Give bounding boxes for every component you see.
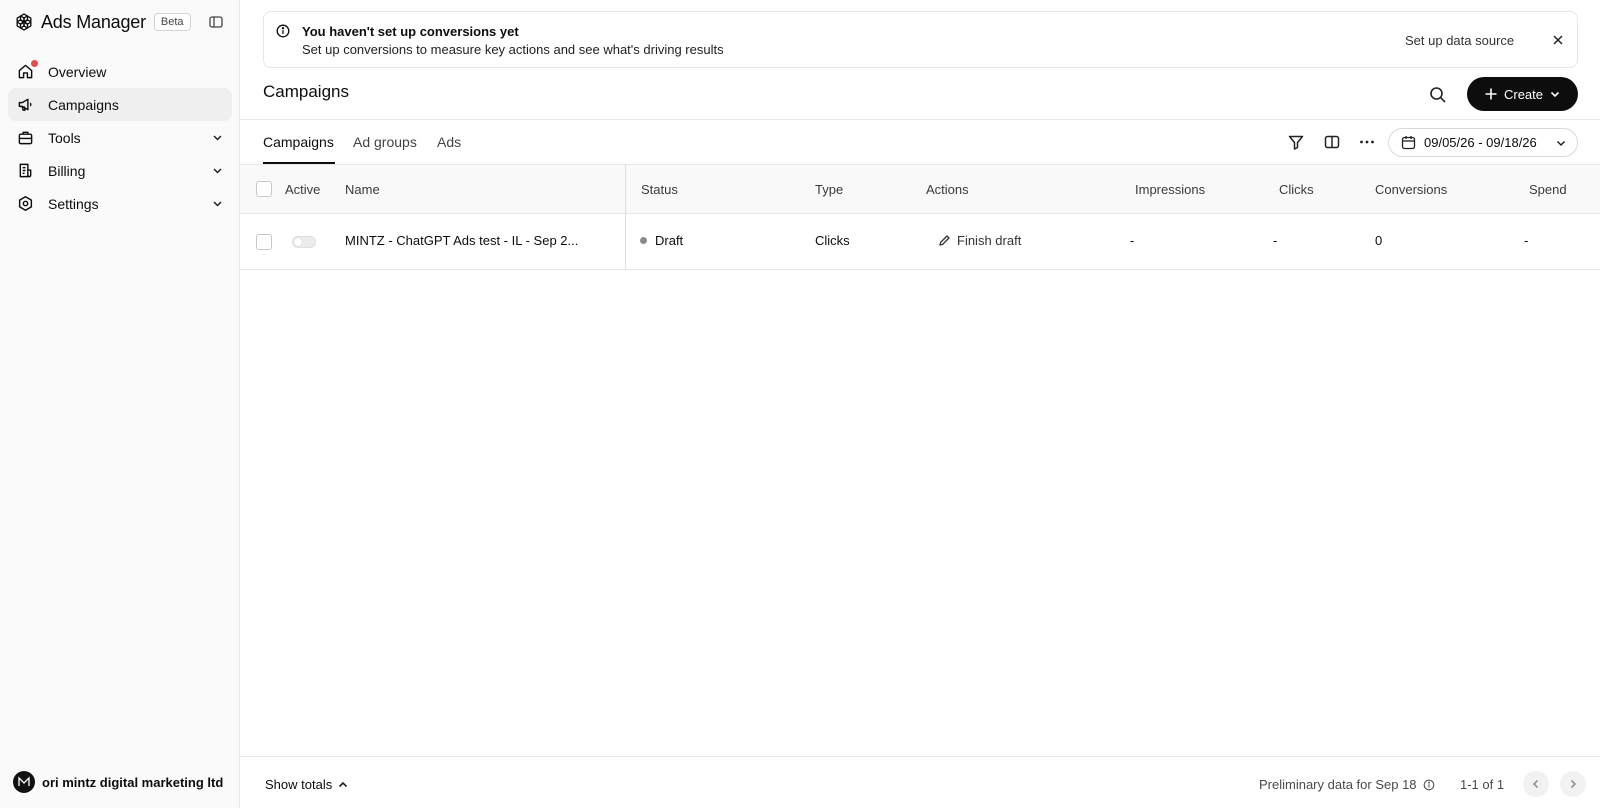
campaigns-table: Active Name Status Type Actions Impressi… [240, 164, 1600, 270]
chevron-right-icon [1570, 779, 1577, 789]
column-header-conversions[interactable]: Conversions [1375, 182, 1447, 197]
table-footer: Show totals Preliminary data for Sep 18 … [240, 756, 1600, 808]
select-all-checkbox[interactable] [256, 181, 272, 197]
chevron-left-icon [1532, 779, 1539, 789]
table-row[interactable]: MINTZ - ChatGPT Ads test - IL - Sep 2...… [240, 214, 1600, 270]
beta-badge: Beta [153, 13, 191, 31]
sidebar-item-campaigns[interactable]: Campaigns [8, 88, 232, 121]
chevron-down-icon [1555, 137, 1567, 149]
toolbox-icon [16, 129, 34, 147]
close-icon[interactable] [1550, 32, 1566, 48]
date-range-label: 09/05/26 - 09/18/26 [1424, 135, 1537, 150]
sidebar-toggle-icon[interactable] [208, 14, 224, 30]
avatar [13, 771, 35, 793]
campaign-name-link[interactable]: MINTZ - ChatGPT Ads test - IL - Sep 2... [345, 233, 578, 248]
column-header-status[interactable]: Status [641, 182, 678, 197]
banner-title: You haven't set up conversions yet [302, 24, 519, 39]
openai-logo-icon [14, 12, 34, 32]
page-title: Campaigns [263, 82, 349, 101]
pencil-icon [938, 234, 951, 247]
more-options-icon[interactable] [1358, 133, 1376, 151]
sidebar-item-label: Overview [48, 63, 107, 80]
account-name: ori mintz digital marketing ltd [42, 774, 224, 790]
date-range-picker[interactable]: 09/05/26 - 09/18/26 [1388, 128, 1578, 157]
spend-value: - [1524, 233, 1529, 248]
chevron-down-icon [211, 164, 224, 177]
receipt-icon [16, 162, 34, 180]
header-divider [240, 119, 1600, 120]
create-button[interactable]: Create [1467, 77, 1578, 111]
show-totals-button[interactable]: Show totals [265, 777, 349, 792]
column-header-actions[interactable]: Actions [926, 182, 969, 197]
tab-ad-groups[interactable]: Ad groups [353, 134, 417, 150]
sidebar: Ads Manager Beta Overview Campaigns Tool… [0, 0, 240, 808]
tab-campaigns[interactable]: Campaigns [263, 134, 334, 150]
set-up-data-source-link[interactable]: Set up data source [1405, 33, 1514, 48]
clicks-value: - [1273, 233, 1278, 248]
conversions-banner: You haven't set up conversions yet Set u… [263, 11, 1578, 68]
gear-icon [16, 195, 34, 213]
sidebar-item-label: Settings [48, 195, 99, 212]
column-header-clicks[interactable]: Clicks [1279, 182, 1314, 197]
campaign-type: Clicks [815, 233, 850, 248]
sidebar-item-label: Billing [48, 162, 86, 179]
create-button-label: Create [1503, 86, 1544, 102]
chevron-down-icon [1549, 88, 1561, 100]
sidebar-item-billing[interactable]: Billing [8, 154, 232, 187]
conversions-value: 0 [1375, 233, 1383, 248]
frozen-column-divider [625, 164, 626, 270]
previous-page-button[interactable] [1523, 771, 1549, 797]
table-header: Active Name Status Type Actions Impressi… [240, 164, 1600, 214]
brand[interactable]: Ads Manager Beta [14, 10, 191, 34]
chevron-down-icon [211, 197, 224, 210]
search-icon[interactable] [1428, 85, 1448, 105]
sidebar-item-label: Campaigns [48, 96, 119, 113]
column-header-spend[interactable]: Spend [1529, 182, 1567, 197]
home-icon [16, 59, 38, 81]
sidebar-item-settings[interactable]: Settings [8, 187, 232, 220]
pagination-count: 1-1 of 1 [1460, 777, 1505, 792]
chevron-up-icon [337, 779, 349, 791]
megaphone-icon [16, 96, 34, 114]
column-header-type[interactable]: Type [815, 182, 843, 197]
plus-icon [1484, 87, 1498, 101]
sidebar-item-overview[interactable]: Overview [8, 55, 232, 88]
chevron-down-icon [211, 131, 224, 144]
next-page-button[interactable] [1560, 771, 1586, 797]
row-checkbox[interactable] [256, 234, 272, 250]
account-switcher[interactable]: ori mintz digital marketing ltd [13, 771, 223, 793]
impressions-value: - [1130, 233, 1135, 248]
columns-icon[interactable] [1323, 133, 1341, 151]
brand-title: Ads Manager [41, 11, 146, 32]
active-toggle[interactable] [292, 236, 316, 248]
status-dot [640, 237, 647, 245]
column-header-name[interactable]: Name [345, 182, 380, 197]
filter-icon[interactable] [1287, 133, 1305, 151]
banner-text: Set up conversions to measure key action… [302, 42, 724, 57]
sidebar-nav: Overview Campaigns Tools Billing Setting… [8, 55, 232, 220]
sidebar-item-tools[interactable]: Tools [8, 121, 232, 154]
finish-draft-button[interactable]: Finish draft [938, 233, 1021, 248]
info-icon [276, 24, 290, 38]
sidebar-item-label: Tools [48, 129, 81, 146]
calendar-icon [1401, 135, 1416, 150]
notification-dot [31, 59, 38, 67]
preliminary-data-note: Preliminary data for Sep 18 [1259, 777, 1435, 792]
tab-ads[interactable]: Ads [437, 134, 461, 150]
info-icon[interactable] [1423, 779, 1435, 791]
status-badge: Draft [640, 233, 683, 248]
column-header-active[interactable]: Active [285, 182, 320, 197]
column-header-impressions[interactable]: Impressions [1135, 182, 1205, 197]
